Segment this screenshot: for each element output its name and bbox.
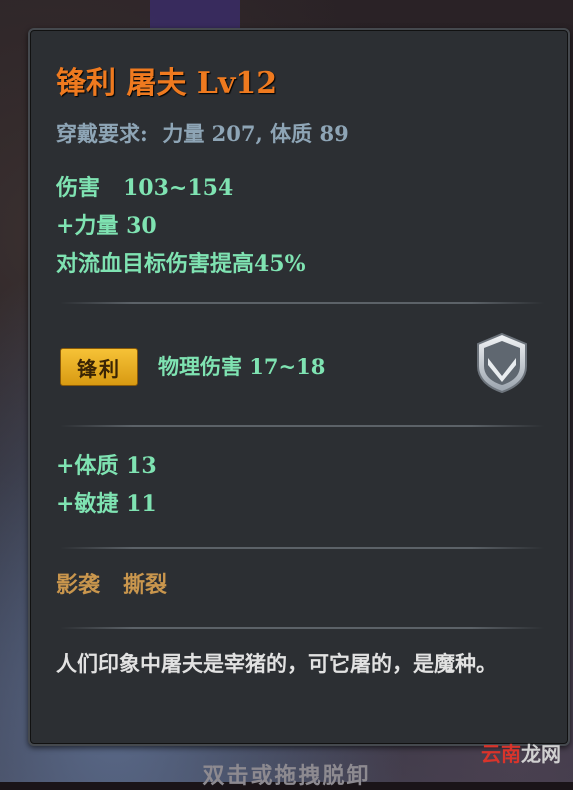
shield-icon [477, 332, 527, 394]
item-description: 人们印象中屠夫是宰猪的，可它屠的，是魔种。 [56, 651, 497, 676]
equip-requirement: 穿戴要求: 力量 207, 体质 89 [56, 121, 349, 146]
strength-stat: +力量 30 [56, 213, 157, 239]
affix-effect: 物理伤害 17~18 [158, 354, 326, 379]
damage-stat: 伤害 103~154 [56, 175, 234, 201]
watermark-red: 云南 [481, 742, 521, 766]
item-tooltip: 锋利 屠夫 Lv12 穿戴要求: 力量 207, 体质 89 伤害 103~15… [28, 28, 570, 746]
divider [60, 547, 544, 549]
divider [60, 627, 544, 629]
agility-stat: +敏捷 11 [56, 491, 157, 517]
item-title: 锋利 屠夫 Lv12 [56, 66, 278, 101]
divider [60, 425, 544, 427]
constitution-stat: +体质 13 [56, 453, 157, 479]
site-watermark: 云南龙网 [481, 738, 561, 767]
watermark-grey: 龙网 [521, 742, 561, 766]
background-decoration [150, 0, 240, 30]
divider [60, 302, 544, 304]
bleed-bonus-stat: 对流血目标伤害提高45% [56, 251, 306, 277]
skill-list: 影袭 撕裂 [56, 572, 167, 598]
affix-badge: 锋利 [60, 348, 138, 386]
